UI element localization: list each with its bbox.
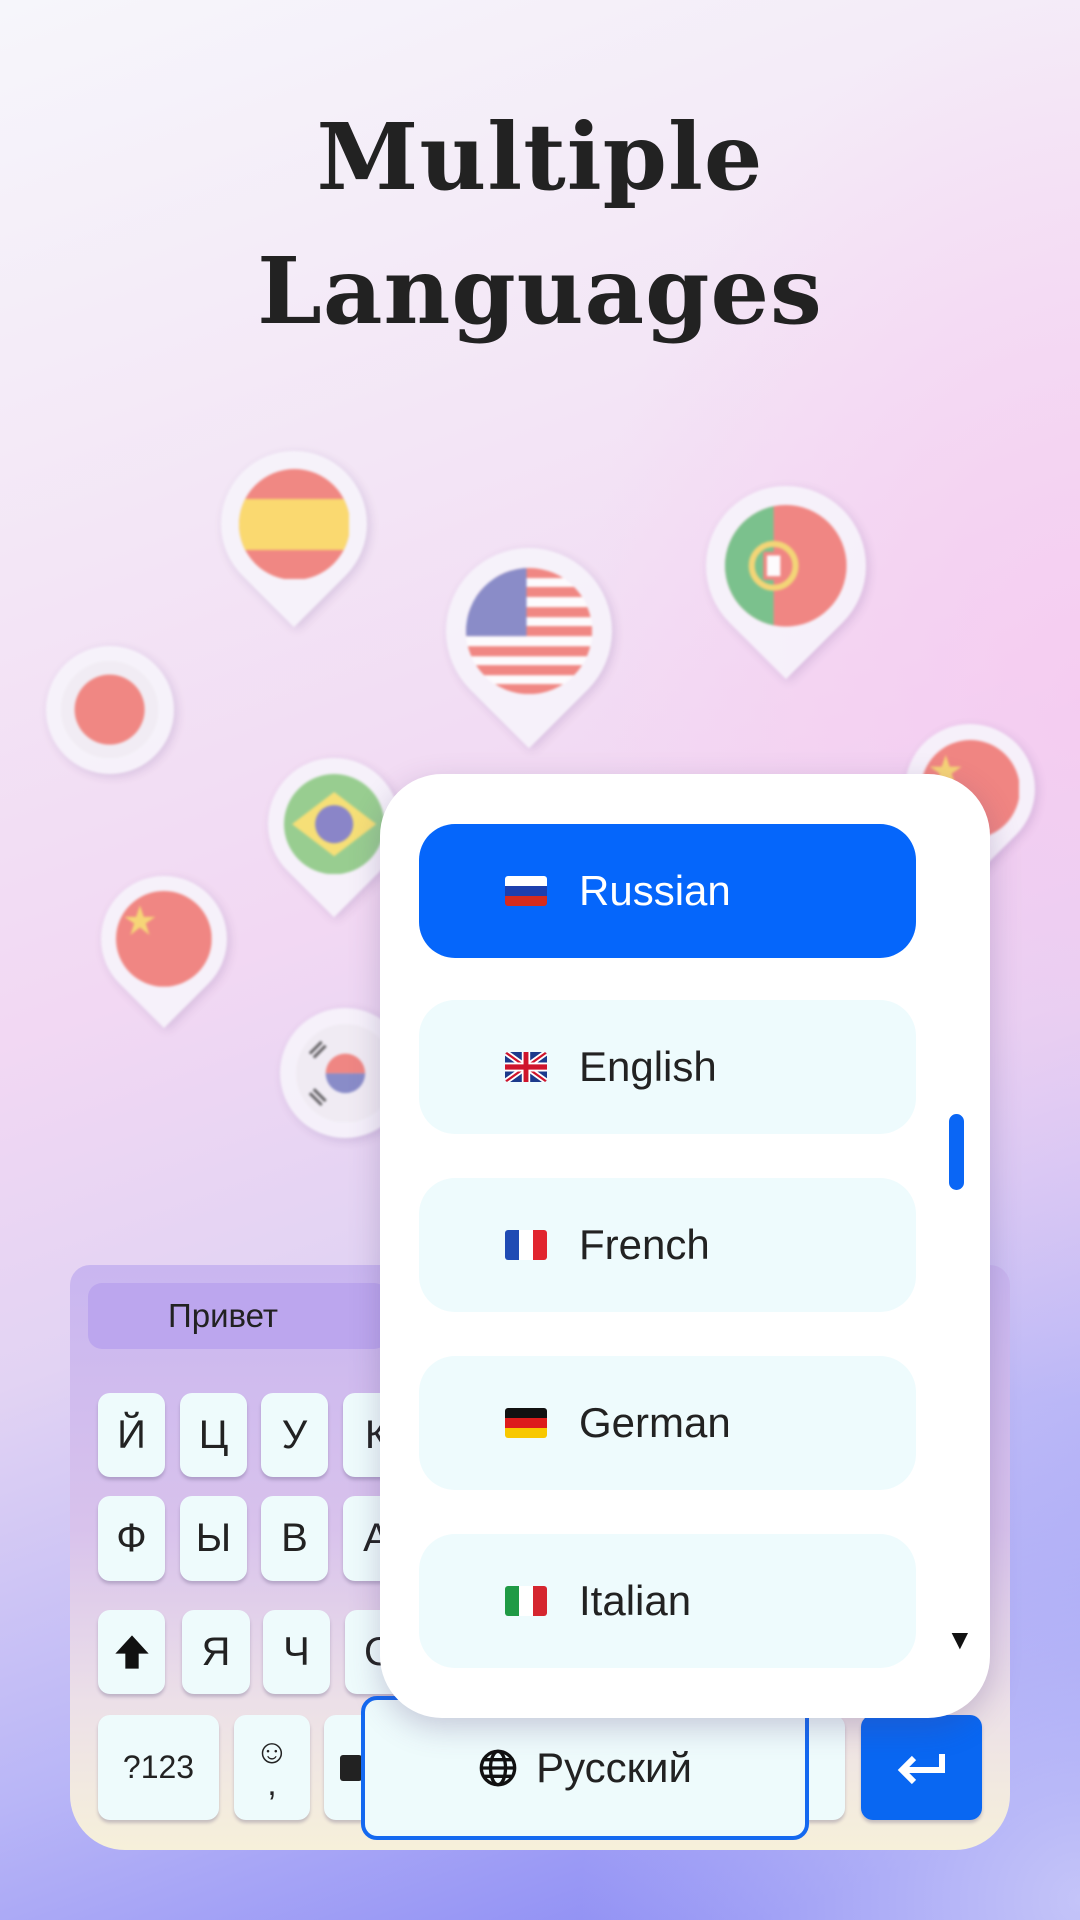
space-key-label: Русский xyxy=(536,1744,692,1791)
germany-flag-icon xyxy=(505,1408,547,1438)
globe-icon xyxy=(479,1749,517,1787)
page-title: Multiple Languages xyxy=(257,103,823,345)
language-label: German xyxy=(579,1399,731,1446)
enter-key[interactable] xyxy=(861,1715,982,1820)
portugal-flag-pin xyxy=(672,452,900,680)
key[interactable]: Й xyxy=(98,1393,165,1477)
spain-flag-pin xyxy=(190,420,398,628)
key[interactable]: В xyxy=(261,1496,328,1581)
language-label: Italian xyxy=(579,1577,692,1624)
symbols-key[interactable]: ?123 xyxy=(98,1715,219,1820)
usa-flag-pin xyxy=(411,513,647,749)
uk-flag-icon xyxy=(505,1052,547,1082)
key[interactable]: У xyxy=(261,1393,328,1477)
scrollbar-thumb[interactable] xyxy=(949,1114,964,1190)
keyboard-icon xyxy=(340,1754,362,1781)
language-item-german[interactable]: German xyxy=(419,1356,916,1490)
language-item-russian[interactable]: Russian xyxy=(419,824,916,958)
language-item-french[interactable]: French xyxy=(419,1178,916,1312)
emoji-comma-key[interactable]: ☺, xyxy=(234,1715,310,1820)
key[interactable]: Ы xyxy=(180,1496,247,1581)
suggestion-chip[interactable]: Привет xyxy=(88,1283,388,1349)
comma-label: , xyxy=(267,1764,277,1803)
china-flag-pin xyxy=(74,849,254,1029)
france-flag-icon xyxy=(505,1230,547,1260)
enter-arrow-icon xyxy=(897,1753,945,1784)
russia-flag-icon xyxy=(505,876,547,906)
language-menu: Russian English French German Italian ▼ xyxy=(380,774,990,1718)
language-item-english[interactable]: English xyxy=(419,1000,916,1134)
key[interactable]: Ц xyxy=(180,1393,247,1477)
suggestion-text: Привет xyxy=(168,1297,279,1334)
language-label: Russian xyxy=(579,867,731,914)
language-label: English xyxy=(579,1043,717,1090)
language-item-italian[interactable]: Italian xyxy=(419,1534,916,1668)
scroll-down-indicator[interactable]: ▼ xyxy=(946,1624,974,1656)
key[interactable]: Я xyxy=(182,1610,250,1694)
key[interactable]: Ч xyxy=(263,1610,330,1694)
italy-flag-icon xyxy=(505,1586,547,1616)
key[interactable]: Ф xyxy=(98,1496,165,1581)
shift-key[interactable] xyxy=(98,1610,165,1694)
language-label: French xyxy=(579,1221,710,1268)
shift-arrow-icon xyxy=(114,1635,149,1669)
japan-flag-pin xyxy=(19,619,201,801)
emoji-icon: ☺ xyxy=(254,1732,290,1771)
